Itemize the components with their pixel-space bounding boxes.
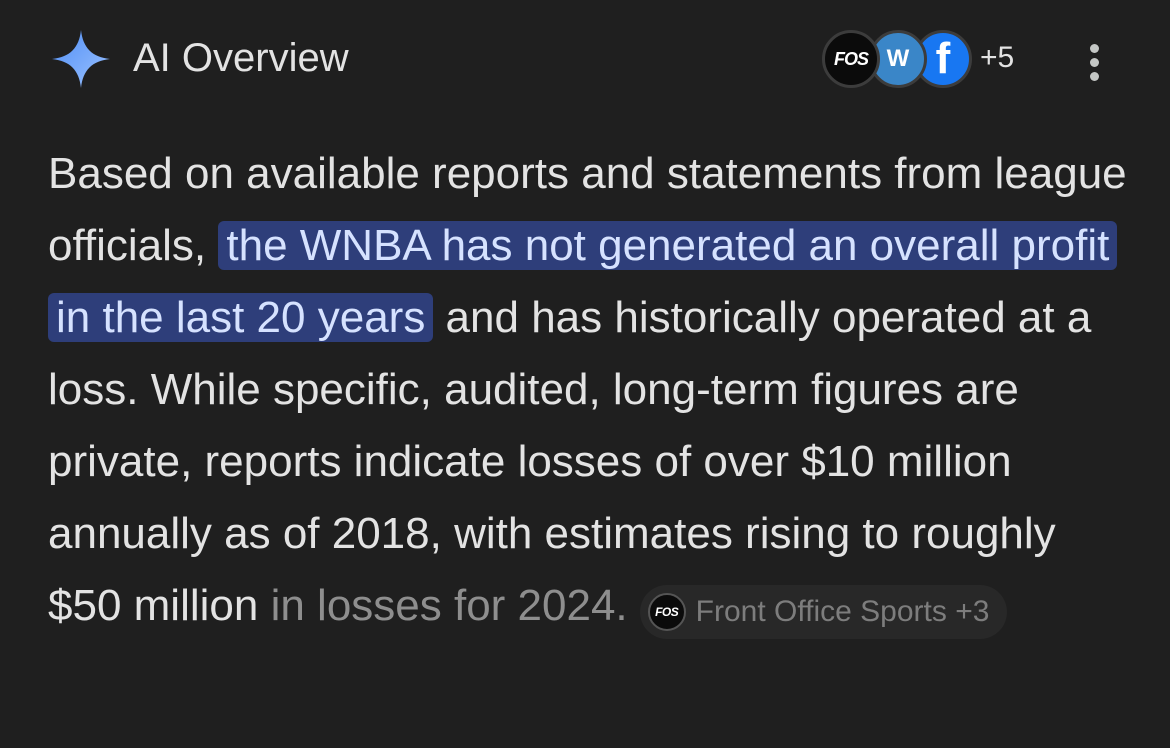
more-sources-count[interactable]: +5 [980, 40, 1014, 76]
overview-text-after: and has historically operated at a loss.… [48, 293, 1092, 630]
ai-overview-header: AI Overview FOS W f +5 [0, 0, 1170, 120]
overview-text: Based on available reports and statement… [48, 138, 1138, 642]
citation-chip[interactable]: FOS Front Office Sports +3 [639, 585, 1008, 639]
more-vert-icon[interactable] [1080, 40, 1110, 84]
header-title: AI Overview [133, 36, 349, 80]
overview-text-faded: in losses for 2024. [258, 581, 628, 630]
fos-logo-icon: FOS [647, 593, 686, 631]
citation-chip-label: Front Office Sports +3 [695, 595, 990, 628]
sources-avatar-group[interactable]: FOS W f [822, 30, 982, 90]
fos-source-avatar[interactable]: FOS [822, 30, 880, 88]
sparkle-icon [52, 30, 110, 88]
